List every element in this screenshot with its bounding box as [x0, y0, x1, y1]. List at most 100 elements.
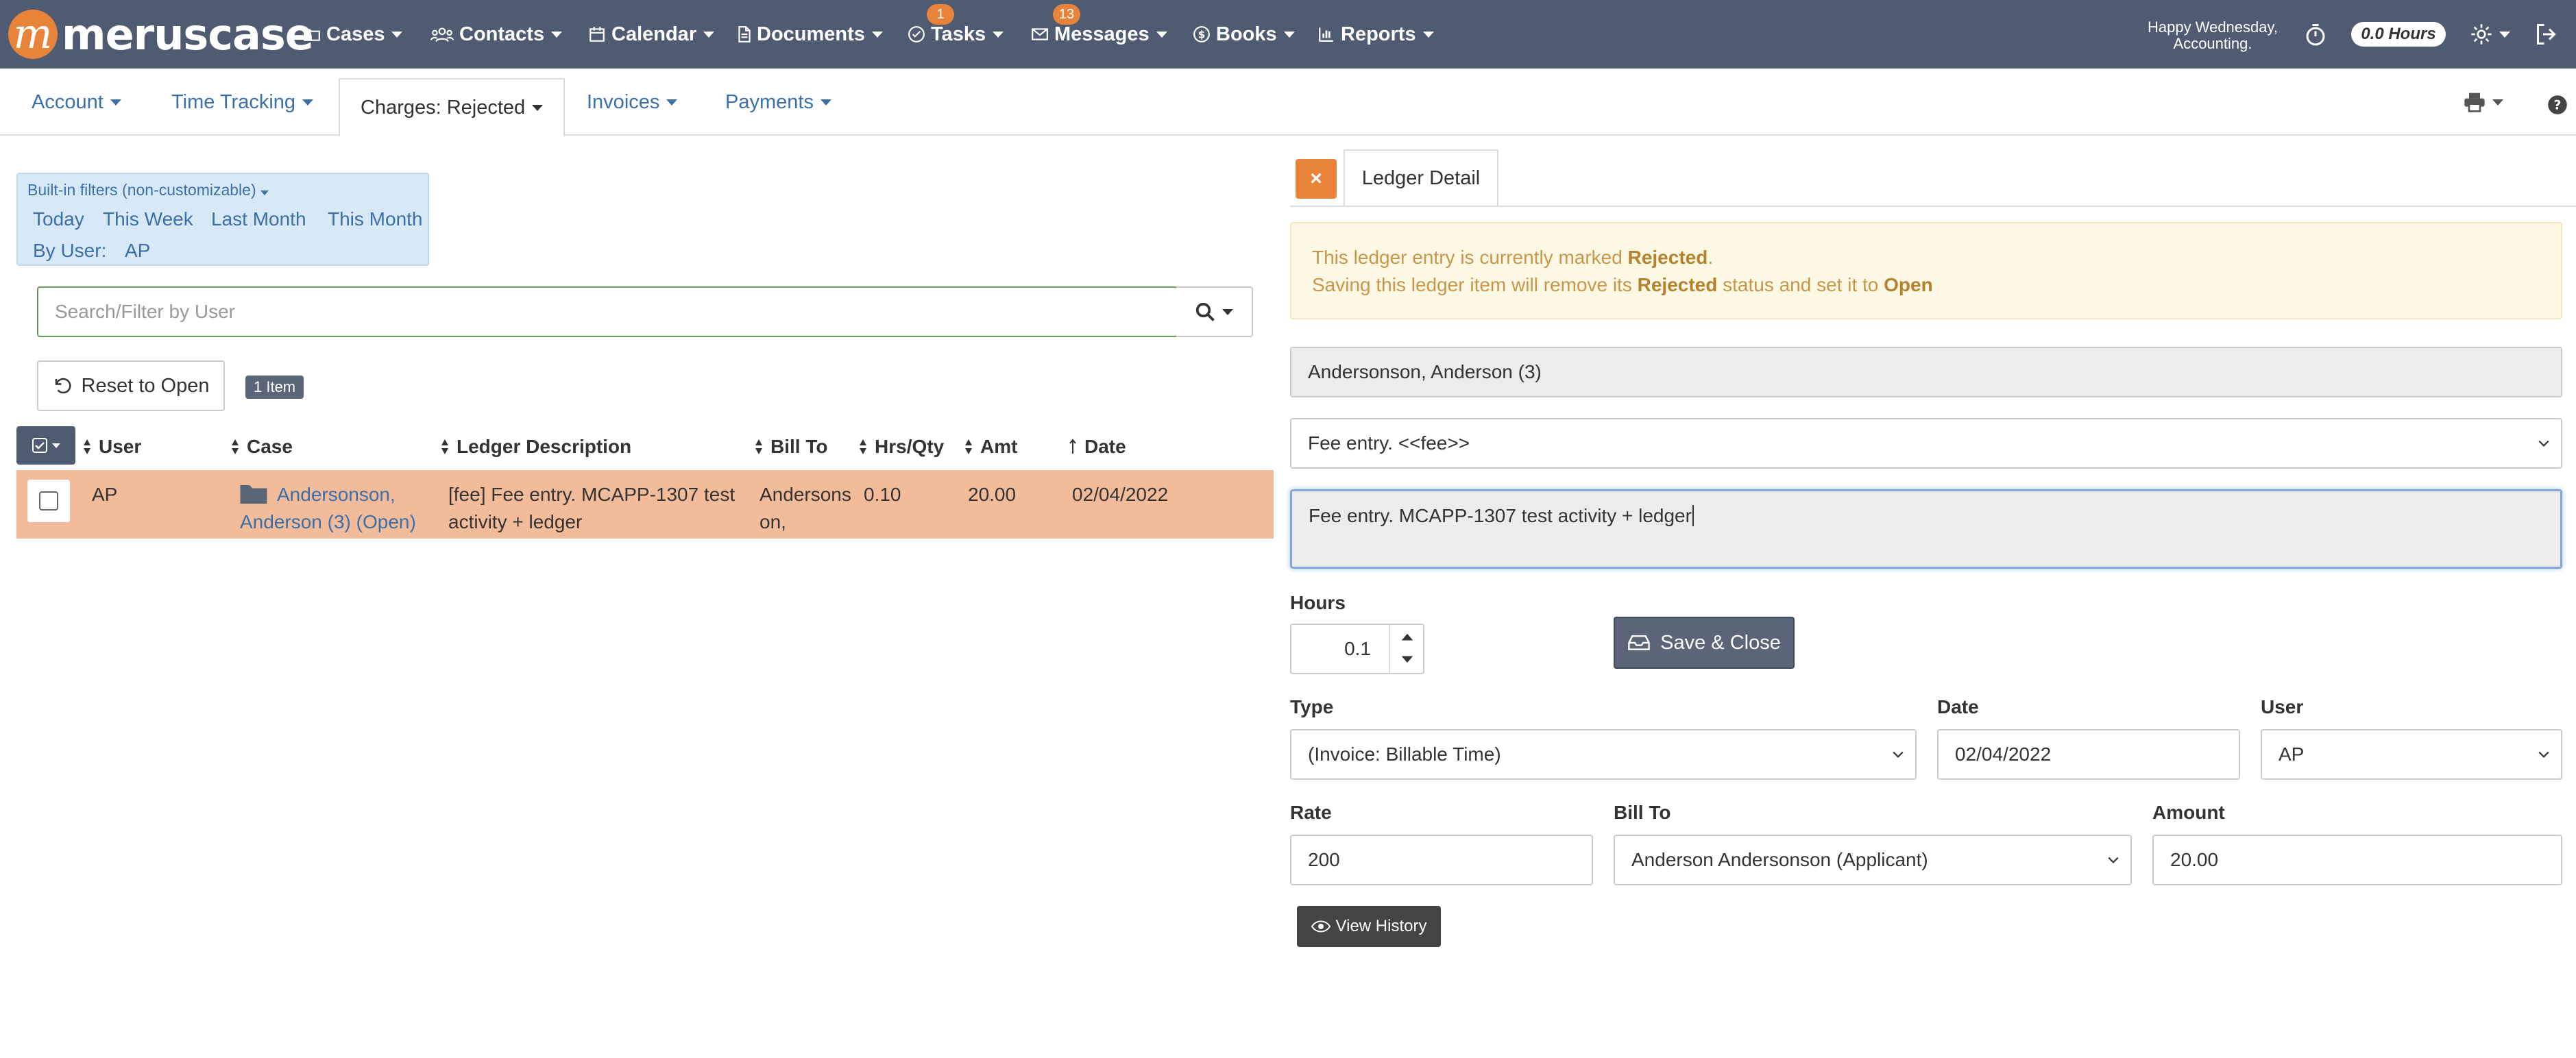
row-checkbox[interactable] — [39, 491, 58, 510]
filter-this-month[interactable]: This Month — [328, 208, 423, 230]
user-select[interactable]: AP — [2261, 729, 2562, 780]
fee-template-select[interactable]: Fee entry. <<fee>> — [1290, 418, 2562, 469]
nav-tasks-label: Tasks — [931, 23, 986, 45]
hours-value: 0.1 — [1344, 638, 1371, 659]
chevron-down-icon — [2538, 751, 2549, 758]
nav-calendar[interactable]: Calendar — [588, 19, 715, 49]
col-case[interactable]: Case — [230, 436, 293, 458]
filter-this-week[interactable]: This Week — [103, 208, 193, 230]
step-up-icon[interactable] — [1400, 630, 1415, 643]
reset-to-open-button[interactable]: Reset to Open — [37, 360, 225, 411]
hours-stepper[interactable] — [1389, 625, 1424, 673]
logo-mark: m — [8, 10, 58, 59]
save-close-button[interactable]: Save & Close — [1614, 617, 1795, 669]
calendar-icon — [590, 27, 605, 42]
built-in-filters: Built-in filters (non-customizable) Toda… — [16, 173, 429, 266]
type-value: (Invoice: Billable Time) — [1308, 743, 1501, 765]
step-down-icon[interactable] — [1400, 654, 1415, 666]
amount-input[interactable]: 20.00 — [2152, 835, 2562, 885]
hours-pill[interactable]: 0.0 Hours — [2351, 22, 2446, 47]
col-ledger-description[interactable]: Ledger Description — [440, 436, 631, 458]
nav-contacts[interactable]: Contacts — [430, 19, 563, 49]
nav-cases[interactable]: Cases — [303, 19, 403, 49]
chevron-down-icon — [1422, 31, 1434, 38]
chevron-down-icon — [2108, 857, 2119, 863]
col-bill-to[interactable]: Bill To — [754, 436, 827, 458]
chevron-down-icon — [820, 99, 831, 106]
print-menu[interactable] — [2464, 92, 2503, 112]
case-field: Andersonson, Anderson (3) — [1290, 347, 2562, 397]
meruscase-logo[interactable]: m meruscase — [8, 7, 314, 62]
greeting: Happy Wednesday, Accounting. — [2137, 19, 2288, 52]
date-label: Date — [1937, 696, 1979, 717]
search-button[interactable] — [1176, 286, 1253, 337]
sort-icon — [84, 439, 90, 454]
nav-messages[interactable]: Messages 13 — [1031, 4, 1167, 49]
description-textarea[interactable]: Fee entry. MCAPP-1307 test activity + le… — [1290, 489, 2562, 569]
view-history-button[interactable]: View History — [1297, 906, 1441, 947]
tab-ledger-detail[interactable]: Ledger Detail — [1344, 149, 1498, 207]
rejected-alert: This ledger entry is currently marked Re… — [1290, 222, 2562, 319]
tab-charges-rejected[interactable]: Charges: Rejected — [339, 78, 566, 137]
alert-l1-post: . — [1708, 247, 1714, 268]
nav-reports[interactable]: Reports — [1317, 19, 1434, 49]
nav-documents[interactable]: Documents — [738, 19, 883, 49]
tab-payments[interactable]: Payments — [725, 69, 831, 136]
chevron-down-icon — [302, 99, 314, 106]
bill-to-select[interactable]: Anderson Andersonson (Applicant) — [1614, 835, 2132, 885]
col-user[interactable]: User — [82, 436, 141, 458]
sort-icon — [860, 439, 866, 454]
cell-date: 02/04/2022 — [1072, 484, 1169, 505]
greeting-line-2: Accounting. — [2173, 35, 2252, 52]
filter-today[interactable]: Today — [33, 208, 84, 230]
rate-label: Rate — [1290, 802, 1332, 823]
alert-line-1: This ledger entry is currently marked Re… — [1312, 244, 2561, 271]
nav-messages-label: Messages — [1054, 23, 1150, 45]
chevron-down-icon — [532, 104, 544, 111]
cell-case-link[interactable]: Andersonson, Anderson (3) (Open) — [240, 481, 416, 536]
filters-title: Built-in filters (non-customizable) — [27, 181, 256, 199]
tab-invoices[interactable]: Invoices — [587, 69, 678, 136]
type-select[interactable]: (Invoice: Billable Time) — [1290, 729, 1917, 780]
filter-by-user-value[interactable]: AP — [125, 240, 150, 262]
fee-template-value: Fee entry. <<fee>> — [1308, 432, 1470, 454]
col-amt[interactable]: Amt — [964, 436, 1017, 458]
settings-menu[interactable] — [2470, 22, 2510, 47]
search-input[interactable]: Search/Filter by User — [37, 286, 1178, 337]
col-hrs-qty[interactable]: Hrs/Qty — [858, 436, 944, 458]
col-date-label: Date — [1084, 436, 1126, 457]
logout-icon[interactable] — [2535, 22, 2560, 47]
dollar-icon: $ — [1193, 26, 1210, 42]
logo-text: meruscase — [62, 9, 314, 60]
cell-bill-to: Andersons on, — [760, 481, 851, 536]
chevron-down-icon — [260, 190, 269, 195]
tab-invoices-label: Invoices — [587, 90, 660, 113]
nav-books[interactable]: $ Books — [1193, 19, 1295, 49]
inbox-icon — [1628, 635, 1650, 650]
bar-chart-icon — [1319, 27, 1333, 42]
rate-input[interactable]: 200 — [1290, 835, 1593, 885]
date-input[interactable]: 02/04/2022 — [1937, 729, 2240, 780]
chevron-down-icon — [1283, 31, 1295, 38]
contacts-icon — [430, 27, 454, 42]
alert-l2-mid: status and set it to — [1717, 274, 1884, 295]
col-ledger-description-label: Ledger Description — [457, 436, 632, 457]
tab-charges-rejected-label: Charges: Rejected — [361, 96, 526, 119]
search-icon — [1195, 302, 1215, 321]
filters-title-toggle[interactable]: Built-in filters (non-customizable) — [27, 181, 269, 199]
stopwatch-icon[interactable] — [2303, 22, 2328, 47]
select-all-dropdown[interactable] — [16, 426, 75, 465]
alert-l2-pre: Saving this ledger item will remove its — [1312, 274, 1638, 295]
col-date[interactable]: Date — [1068, 436, 1126, 458]
tab-time-tracking[interactable]: Time Tracking — [171, 69, 314, 136]
filter-last-month[interactable]: Last Month — [211, 208, 306, 230]
help-icon[interactable]: ? — [2547, 95, 2568, 115]
checkbox-checked-icon — [32, 438, 47, 453]
nav-tasks[interactable]: Tasks 1 — [908, 4, 1004, 49]
tab-account[interactable]: Account — [32, 69, 121, 136]
tasks-badge: 1 — [927, 4, 954, 25]
close-detail-button[interactable]: × — [1296, 159, 1337, 199]
alert-l2-bold-1: Rejected — [1637, 274, 1718, 295]
table-row[interactable]: AP Andersonson, Anderson (3) (Open) [fee… — [16, 470, 1274, 539]
chevron-down-icon — [1222, 308, 1233, 315]
